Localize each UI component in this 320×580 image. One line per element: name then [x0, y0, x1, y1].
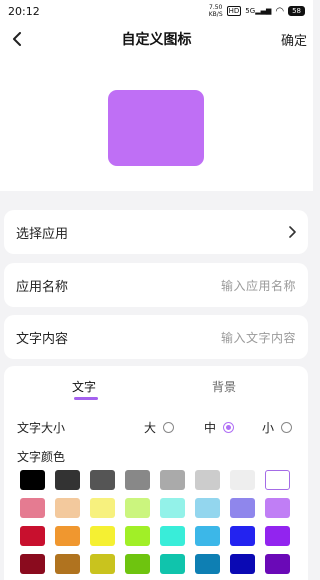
network-speed-unit: KB/S — [208, 11, 223, 18]
network-speed: 7.50 KB/S — [209, 4, 223, 18]
color-swatch[interactable] — [230, 554, 255, 574]
color-swatch[interactable] — [265, 554, 290, 574]
signal-label: 5G — [245, 7, 256, 15]
color-swatch[interactable] — [90, 526, 115, 546]
color-swatch[interactable] — [265, 526, 290, 546]
size-option-large[interactable]: 大 — [144, 419, 175, 436]
text-color-label: 文字颜色 — [17, 450, 66, 464]
text-size-label: 文字大小 — [17, 420, 66, 435]
color-swatch[interactable] — [195, 554, 220, 574]
color-swatch[interactable] — [55, 470, 80, 490]
color-swatch[interactable] — [265, 470, 290, 490]
confirm-button[interactable]: 确定 — [281, 30, 307, 49]
size-option-small[interactable]: 小 — [262, 419, 293, 436]
text-size-row: 文字大小 大 中 小 — [17, 418, 297, 436]
color-swatch[interactable] — [20, 470, 45, 490]
select-app-label: 选择应用 — [16, 226, 69, 242]
size-option-large-label: 大 — [144, 420, 157, 435]
tab-text[interactable]: 文字 — [72, 378, 96, 395]
color-swatch[interactable] — [125, 554, 150, 574]
text-content-label: 文字内容 — [16, 331, 69, 347]
radio-medium[interactable] — [223, 421, 235, 433]
signal-icon: 5G▂▄▆ — [245, 7, 272, 15]
color-swatch[interactable] — [20, 498, 45, 518]
color-swatch[interactable] — [230, 526, 255, 546]
chevron-left-icon — [13, 32, 21, 46]
status-icons: 7.50 KB/S HD 5G▂▄▆ ◠ 58 — [209, 4, 305, 18]
color-swatch[interactable] — [90, 470, 115, 490]
network-speed-value: 7.50 — [209, 4, 223, 11]
color-swatch[interactable] — [195, 470, 220, 490]
app-name-input[interactable]: 输入应用名称 — [221, 277, 296, 294]
app-name-label: 应用名称 — [16, 279, 69, 295]
tab-active-indicator — [74, 397, 98, 400]
battery-icon: 58 — [288, 6, 305, 16]
color-swatch[interactable] — [55, 526, 80, 546]
color-swatch[interactable] — [90, 554, 115, 574]
radio-small[interactable] — [281, 421, 293, 433]
color-swatch[interactable] — [265, 498, 290, 518]
page-title: 自定义图标 — [121, 32, 192, 48]
size-option-medium-label: 中 — [204, 420, 217, 435]
style-panel: 文字 背景 文字大小 大 中 小 文字颜色 — [4, 366, 308, 580]
status-bar: 20:12 7.50 KB/S HD 5G▂▄▆ ◠ 58 — [0, 0, 313, 22]
hd-icon: HD — [226, 6, 242, 16]
color-swatch[interactable] — [230, 498, 255, 518]
color-swatch[interactable] — [20, 554, 45, 574]
radio-large[interactable] — [163, 421, 175, 433]
tab-background[interactable]: 背景 — [212, 378, 236, 395]
color-swatch[interactable] — [160, 554, 185, 574]
color-swatch[interactable] — [230, 470, 255, 490]
color-swatch[interactable] — [160, 526, 185, 546]
color-swatch[interactable] — [125, 470, 150, 490]
color-swatch[interactable] — [195, 498, 220, 518]
icon-preview-area — [0, 56, 313, 191]
text-content-row: 文字内容 输入文字内容 — [4, 315, 308, 359]
size-option-medium[interactable]: 中 — [204, 419, 235, 436]
wifi-icon: ◠ — [275, 5, 285, 17]
size-option-small-label: 小 — [262, 420, 275, 435]
chevron-right-icon — [289, 226, 296, 238]
color-swatch[interactable] — [160, 498, 185, 518]
color-swatch[interactable] — [125, 498, 150, 518]
back-button[interactable] — [6, 28, 28, 50]
color-swatch[interactable] — [20, 526, 45, 546]
color-swatch[interactable] — [160, 470, 185, 490]
color-swatch[interactable] — [195, 526, 220, 546]
color-swatch[interactable] — [90, 498, 115, 518]
text-content-input[interactable]: 输入文字内容 — [221, 329, 296, 346]
color-swatch[interactable] — [125, 526, 150, 546]
select-app-row[interactable]: 选择应用 — [4, 210, 308, 254]
icon-preview — [108, 90, 204, 166]
status-time: 20:12 — [8, 4, 40, 18]
color-swatch[interactable] — [55, 498, 80, 518]
color-swatch[interactable] — [55, 554, 80, 574]
app-name-row: 应用名称 输入应用名称 — [4, 263, 308, 307]
top-bar: 自定义图标 确定 — [0, 22, 313, 56]
